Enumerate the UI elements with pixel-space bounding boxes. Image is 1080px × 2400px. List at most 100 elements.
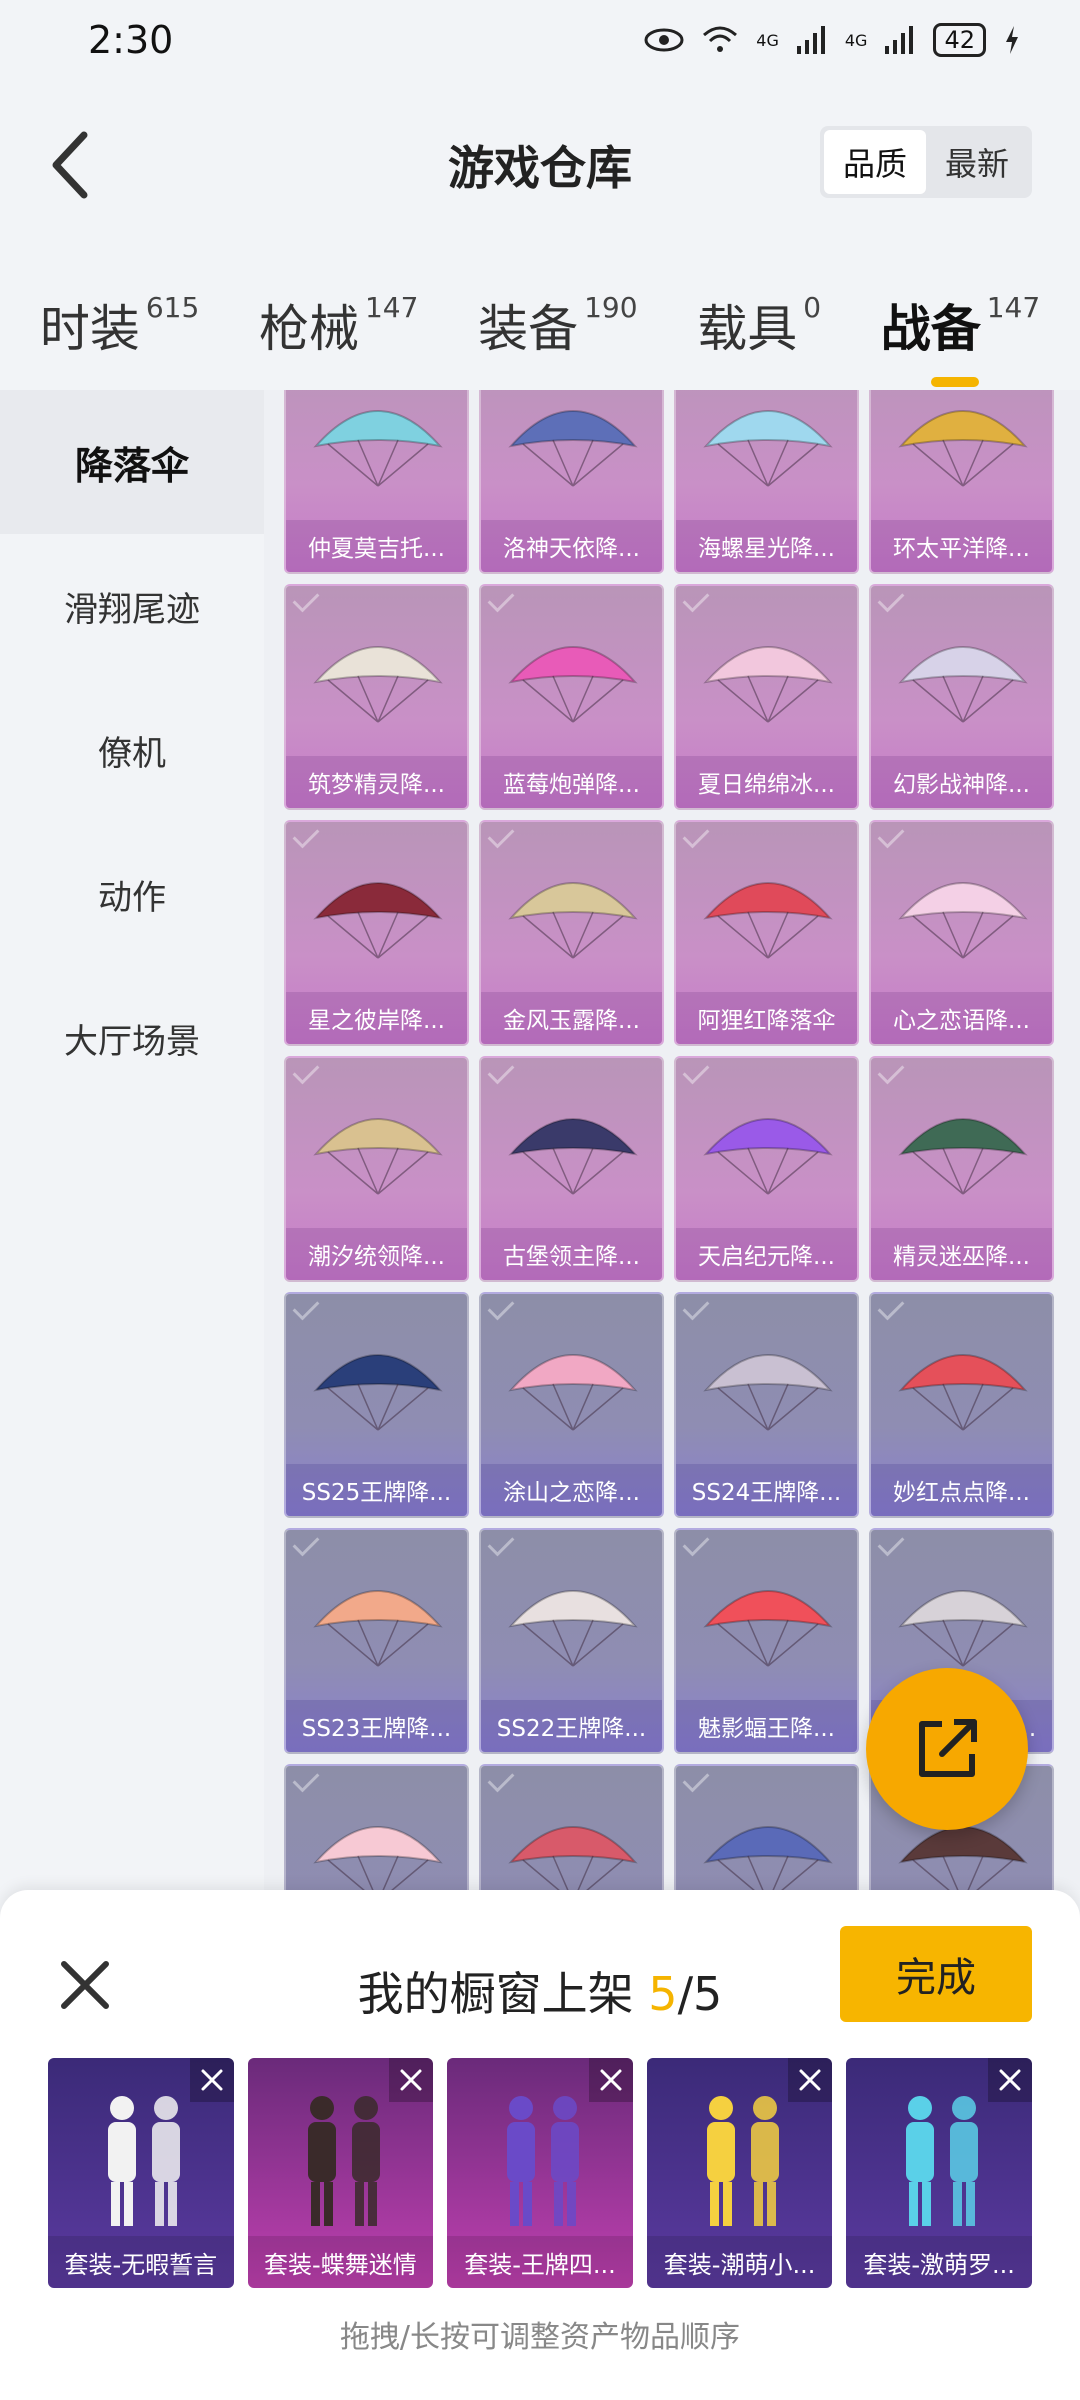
network-label-2: 4G: [844, 30, 868, 50]
parachute-icon: [508, 1118, 638, 1195]
parachute-icon: [898, 410, 1028, 487]
parachute-icon: [898, 1354, 1028, 1431]
grid-item-card[interactable]: [479, 1764, 664, 1890]
grid-item-name: 环太平洋降...: [871, 520, 1052, 572]
grid-item-name: 心之恋语降...: [871, 992, 1052, 1044]
showcase-item[interactable]: 套装-潮萌小...: [646, 2058, 833, 2288]
showcase-item[interactable]: 套装-王牌四...: [447, 2058, 633, 2288]
grid-item-card[interactable]: SS25王牌降...: [284, 1292, 469, 1518]
grid-item-card[interactable]: 金风玉露降...: [479, 820, 664, 1046]
tab-label: 装备: [478, 300, 579, 358]
grid-item-card[interactable]: 洛神天依降...: [479, 390, 664, 574]
grid-item-card[interactable]: 筑梦精灵降...: [284, 584, 469, 810]
sort-newest-button[interactable]: 最新: [926, 130, 1028, 194]
parachute-icon: [508, 410, 638, 487]
sort-quality-button[interactable]: 品质: [824, 130, 926, 194]
chevron-left-icon: [52, 131, 88, 199]
grid-item-name: SS24王牌降...: [676, 1464, 857, 1516]
showcase-item-name: 套装-王牌四...: [447, 2236, 633, 2288]
showcase-item[interactable]: 套装-无暇誓言: [48, 2058, 234, 2288]
grid-item-card[interactable]: 妙红点点降...: [869, 1292, 1054, 1518]
showcase-item[interactable]: 套装-激萌罗...: [846, 2058, 1032, 2288]
check-icon: [877, 1058, 905, 1085]
back-button[interactable]: [30, 125, 110, 205]
parachute-icon: [898, 1118, 1028, 1195]
grid-item-card[interactable]: 海螺星光降...: [674, 390, 859, 574]
item-grid-area[interactable]: 仲夏莫吉托... 洛神天依降... 海螺星光降... 环太平洋降... 筑梦精灵降...…: [264, 390, 1080, 1890]
category-tabs: 时装 615 枪械 147 装备 190 载具 0 战备 147: [0, 270, 1080, 387]
tab-fashion[interactable]: 时装 615: [40, 289, 199, 361]
check-icon: [487, 586, 515, 613]
grid-item-card[interactable]: 仲夏莫吉托...: [284, 390, 469, 574]
grid-item-card[interactable]: SS24王牌降...: [674, 1292, 859, 1518]
sort-toggle[interactable]: 品质 最新: [820, 126, 1032, 198]
side-item-lobby-scene[interactable]: 大厅场景: [0, 966, 264, 1110]
check-icon: [487, 1294, 515, 1321]
check-icon: [682, 1530, 710, 1557]
showcase-item-name: 套装-蝶舞迷情: [247, 2236, 434, 2288]
grid-item-card[interactable]: [674, 1764, 859, 1890]
grid-item-card[interactable]: 夏日绵绵冰...: [674, 584, 859, 810]
showcase-title-text: 我的橱窗上架: [357, 1967, 649, 2021]
tab-equipment[interactable]: 装备 190: [478, 289, 637, 361]
parachute-icon: [508, 1354, 638, 1431]
showcase-item[interactable]: 套装-蝶舞迷情: [247, 2058, 434, 2288]
side-item-parachute[interactable]: 降落伞: [0, 390, 264, 534]
side-item-wingman[interactable]: 僚机: [0, 678, 264, 822]
grid-item-name: 夏日绵绵冰...: [676, 756, 857, 808]
tab-count: 190: [584, 291, 638, 324]
check-icon: [877, 1294, 905, 1321]
grid-item-name: 阿狸红降落伞: [676, 992, 857, 1044]
signal-icon: [796, 26, 825, 54]
grid-item-name: 涂山之恋降...: [481, 1464, 662, 1516]
grid-item-card[interactable]: 潮汐统领降...: [284, 1056, 469, 1282]
outfit-figure-icon: [706, 2096, 779, 2226]
parachute-icon: [508, 646, 638, 723]
side-item-emote[interactable]: 动作: [0, 822, 264, 966]
grid-item-card[interactable]: 古堡领主降...: [479, 1056, 664, 1282]
grid-item-name: 古堡领主降...: [481, 1228, 662, 1280]
active-tab-indicator: [930, 377, 979, 387]
grid-item-name: 筑梦精灵降...: [286, 756, 467, 808]
parachute-icon: [703, 882, 833, 959]
grid-item-name: 仲夏莫吉托...: [286, 520, 467, 572]
outfit-figure-icon: [507, 2096, 580, 2226]
reorder-hint: 拖拽/长按可调整资产物品顺序: [339, 2320, 741, 2355]
grid-item-card[interactable]: 心之恋语降...: [869, 820, 1054, 1046]
check-icon: [682, 586, 710, 613]
check-icon: [487, 822, 515, 849]
grid-item-name: SS23王牌降...: [286, 1700, 467, 1752]
grid-item-card[interactable]: SS22王牌降...: [479, 1528, 664, 1754]
parachute-icon: [313, 646, 443, 723]
grid-item-card[interactable]: 幻影战神降...: [869, 584, 1054, 810]
grid-item-card[interactable]: 天启纪元降...: [674, 1056, 859, 1282]
grid-item-card[interactable]: 魅影蝠王降...: [674, 1528, 859, 1754]
grid-item-card[interactable]: 阿狸红降落伞: [674, 820, 859, 1046]
grid-item-card[interactable]: 精灵迷巫降...: [869, 1056, 1054, 1282]
grid-item-name: 天启纪元降...: [676, 1228, 857, 1280]
tab-guns[interactable]: 枪械 147: [259, 289, 418, 361]
tab-count: 615: [145, 291, 200, 324]
grid-item-card[interactable]: 星之彼岸降...: [284, 820, 469, 1046]
status-bar: 2:30 4G 4G 42: [0, 0, 1080, 80]
showcase-count-total: /5: [677, 1967, 723, 2021]
done-button[interactable]: 完成: [840, 1926, 1032, 2022]
tab-label: 载具: [697, 300, 798, 358]
parachute-icon: [898, 646, 1028, 723]
grid-item-card[interactable]: 环太平洋降...: [869, 390, 1054, 574]
grid-item-name: SS25王牌降...: [286, 1464, 467, 1516]
grid-item-card[interactable]: 涂山之恋降...: [479, 1292, 664, 1518]
share-button[interactable]: [866, 1668, 1028, 1830]
grid-item-card[interactable]: 蓝莓炮弹降...: [479, 584, 664, 810]
tab-vehicles[interactable]: 载具 0: [697, 289, 821, 361]
parachute-icon: [703, 646, 833, 723]
grid-item-card[interactable]: SS23王牌降...: [284, 1528, 469, 1754]
tab-supplies[interactable]: 战备 147: [881, 289, 1040, 387]
share-icon: [919, 1719, 977, 1777]
grid-item-name: SS22王牌降...: [481, 1700, 662, 1752]
parachute-icon: [703, 1826, 833, 1890]
grid-item-card[interactable]: [284, 1764, 469, 1890]
check-icon: [877, 586, 905, 613]
check-icon: [292, 1058, 320, 1085]
side-item-glide-trail[interactable]: 滑翔尾迹: [0, 534, 264, 678]
